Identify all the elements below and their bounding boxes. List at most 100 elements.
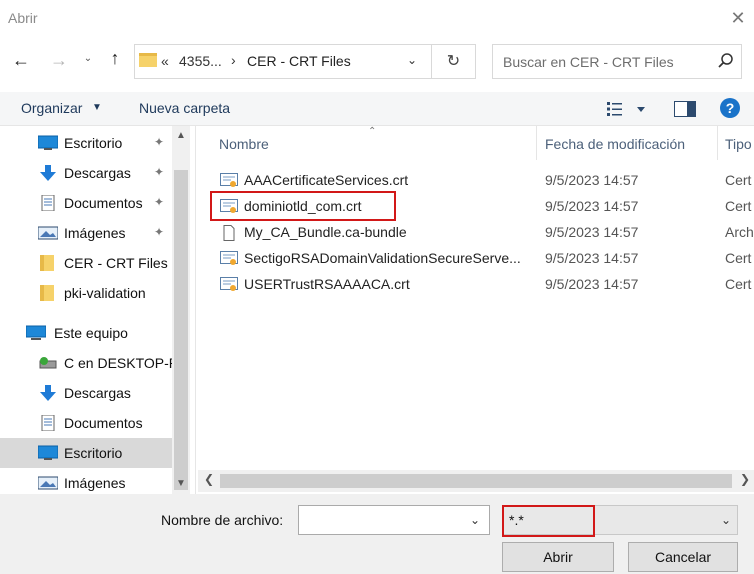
certificate-icon <box>220 199 238 213</box>
breadcrumb-separator-icon[interactable]: › <box>231 52 236 68</box>
column-divider[interactable] <box>536 126 537 160</box>
command-bar: Organizar ▼ Nueva carpeta ? <box>0 92 754 126</box>
close-icon[interactable]: ✕ <box>726 6 750 30</box>
network-drive-icon <box>39 357 57 369</box>
caret-down-icon[interactable]: ▼ <box>92 102 102 113</box>
table-row[interactable]: My_CA_Bundle.ca-bundle 9/5/2023 14:57 Ar… <box>214 220 754 246</box>
search-input[interactable]: Buscar en CER - CRT Files <box>503 54 674 70</box>
file-date: 9/5/2023 14:57 <box>545 224 639 240</box>
filename-label: Nombre de archivo: <box>161 512 284 528</box>
file-type: Cert <box>725 172 752 188</box>
certificate-icon <box>220 277 238 291</box>
pictures-icon <box>38 226 58 240</box>
file-name: AAACertificateServices.crt <box>244 172 409 188</box>
breadcrumb-segment[interactable]: 4355... <box>179 53 222 69</box>
sidebar-item-label: Documentos <box>64 195 143 211</box>
sidebar-item-c-en-desktop[interactable]: C en DESKTOP-P <box>0 348 178 378</box>
sidebar-item-label: C en DESKTOP-P <box>64 355 179 371</box>
sidebar-item-label: Imágenes <box>64 225 126 241</box>
table-row[interactable]: SectigoRSADomainValidationSecureServe...… <box>214 246 754 272</box>
pictures-icon <box>38 476 58 490</box>
scroll-down-icon[interactable]: ▼ <box>176 478 186 489</box>
table-row[interactable]: AAACertificateServices.crt 9/5/2023 14:5… <box>214 168 754 194</box>
address-bar[interactable]: « 4355... › CER - CRT Files ⌄ <box>134 44 432 79</box>
table-row[interactable]: USERTrustRSAAAACA.crt 9/5/2023 14:57 Cer… <box>214 272 754 298</box>
chevron-down-icon[interactable]: ⌄ <box>470 513 480 527</box>
sidebar-item-escritorio-2[interactable]: Escritorio <box>0 438 172 468</box>
dialog-footer: Nombre de archivo: ⌄ *.* ⌄ Abrir Cancela… <box>0 494 754 574</box>
sidebar-item-cer-crt-files[interactable]: CER - CRT Files <box>0 248 172 278</box>
file-date: 9/5/2023 14:57 <box>545 172 639 188</box>
file-name: My_CA_Bundle.ca-bundle <box>244 224 407 240</box>
sidebar-item-escritorio[interactable]: Escritorio ✦ <box>0 128 172 158</box>
back-button[interactable]: ← <box>8 50 34 74</box>
file-name: USERTrustRSAAAACA.crt <box>244 276 410 292</box>
chevron-down-icon[interactable]: ⌄ <box>407 53 417 67</box>
file-name: SectigoRSADomainValidationSecureServe... <box>244 250 521 266</box>
horizontal-scrollbar[interactable]: ❮ ❯ <box>198 470 754 492</box>
open-button[interactable]: Abrir <box>502 542 614 572</box>
preview-pane-icon[interactable] <box>674 101 696 117</box>
chevron-down-icon[interactable]: ⌄ <box>721 513 731 527</box>
help-button[interactable]: ? <box>720 98 740 118</box>
column-header-type[interactable]: Tipo <box>725 136 752 152</box>
scroll-right-icon[interactable]: ❯ <box>740 472 750 486</box>
sidebar-item-label: pki-validation <box>64 285 146 301</box>
desktop-icon <box>38 135 58 150</box>
file-type: Arch <box>725 224 754 240</box>
filter-value: *.* <box>509 512 524 528</box>
table-row[interactable]: dominiotld_com.crt 9/5/2023 14:57 Cert <box>214 194 754 220</box>
sort-ascending-icon: ⌃ <box>368 126 377 137</box>
column-header-date[interactable]: Fecha de modificación <box>545 136 685 152</box>
file-icon <box>223 225 235 241</box>
new-folder-button[interactable]: Nueva carpeta <box>139 100 230 116</box>
file-type: Cert <box>725 250 752 266</box>
recent-locations-chevron-icon[interactable]: ⌄ <box>80 53 96 71</box>
organize-button[interactable]: Organizar <box>21 100 82 116</box>
pin-icon: ✦ <box>154 135 165 149</box>
sidebar-item-documentos-2[interactable]: Documentos <box>0 408 172 438</box>
sidebar-item-label: Descargas <box>64 165 131 181</box>
overflow-chevron-icon[interactable]: « <box>161 53 169 69</box>
search-icon[interactable] <box>717 52 735 70</box>
scrollbar-thumb[interactable] <box>174 170 188 490</box>
sidebar-item-label: Descargas <box>64 385 131 401</box>
sidebar-item-label: Documentos <box>64 415 143 431</box>
file-name: dominiotld_com.crt <box>244 198 362 214</box>
file-type: Cert <box>725 198 752 214</box>
sidebar-item-descargas-2[interactable]: Descargas <box>0 378 172 408</box>
window-title: Abrir <box>8 10 38 26</box>
documents-icon <box>41 195 55 211</box>
scroll-left-icon[interactable]: ❮ <box>204 472 214 486</box>
view-options-icon[interactable] <box>606 99 650 119</box>
file-type-filter[interactable]: *.* ⌄ <box>502 505 738 535</box>
folder-icon <box>139 53 157 67</box>
scroll-up-icon[interactable]: ▲ <box>176 130 186 141</box>
forward-button[interactable]: → <box>46 50 72 74</box>
sidebar-item-descargas[interactable]: Descargas ✦ <box>0 158 172 188</box>
column-divider[interactable] <box>717 126 718 160</box>
file-list: ⌃ Nombre Fecha de modificación Tipo AAAC… <box>198 126 754 494</box>
file-type: Cert <box>725 276 752 292</box>
sidebar-item-imagenes[interactable]: Imágenes ✦ <box>0 218 172 248</box>
column-header-name[interactable]: Nombre <box>219 136 269 152</box>
download-icon <box>40 165 56 181</box>
breadcrumb-segment[interactable]: CER - CRT Files <box>247 53 351 69</box>
sidebar-item-label: CER - CRT Files <box>64 255 168 271</box>
search-box[interactable]: Buscar en CER - CRT Files <box>492 44 742 79</box>
filename-input[interactable] <box>298 505 490 535</box>
computer-icon <box>26 325 46 340</box>
refresh-button[interactable]: ↻ <box>432 44 476 79</box>
sidebar-item-pki-validation[interactable]: pki-validation <box>0 278 172 308</box>
cancel-button[interactable]: Cancelar <box>628 542 738 572</box>
desktop-icon <box>38 445 58 460</box>
sidebar-item-este-equipo[interactable]: Este equipo <box>0 318 172 348</box>
sidebar-item-imagenes-2[interactable]: Imágenes <box>0 468 172 494</box>
up-button[interactable]: ↑ <box>102 48 128 74</box>
scrollbar-thumb[interactable] <box>220 474 732 488</box>
sidebar-item-label: Escritorio <box>64 445 123 461</box>
certificate-icon <box>220 251 238 265</box>
file-date: 9/5/2023 14:57 <box>545 276 639 292</box>
sidebar-scrollbar[interactable]: ▲ ▼ <box>172 126 190 494</box>
sidebar-item-documentos[interactable]: Documentos ✦ <box>0 188 172 218</box>
